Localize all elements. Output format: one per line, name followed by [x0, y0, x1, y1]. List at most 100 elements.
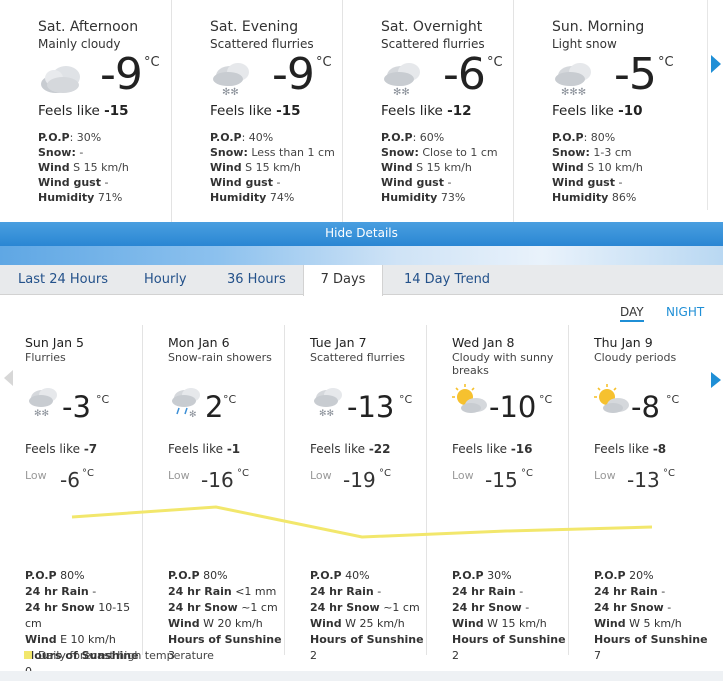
period-forecast-panel: Sat. Afternoon Mainly cloudy -9 °C Feels…: [0, 0, 723, 222]
day-high-temperature: 2: [205, 390, 224, 424]
day-date: Thu Jan 9: [594, 335, 653, 350]
day-card: Wed Jan 8 Cloudy with sunny breaks -10 °…: [426, 325, 568, 662]
period-temperature: -9: [272, 49, 315, 100]
day-high-temperature: -3: [62, 390, 91, 424]
period-temp-unit: °C: [144, 55, 160, 70]
snow-rain-icon: ✻: [172, 388, 200, 419]
day-card: Mon Jan 6 Snow-rain showers ✻ 2 °C Feels…: [142, 325, 284, 662]
day-high-temperature: -8: [631, 390, 660, 424]
day-details: P.O.P 80% 24 hr Rain - 24 hr Snow 10-15 …: [25, 569, 139, 678]
sun-cloud-icon: [452, 384, 487, 413]
day-temp-unit: °C: [539, 393, 553, 406]
day-low-unit: °C: [521, 468, 533, 479]
day-feels-like: Feels like -8: [594, 442, 667, 456]
period-temp-unit: °C: [316, 55, 332, 70]
day-low-temperature: -13: [627, 468, 660, 492]
day-toggle[interactable]: DAY: [620, 304, 644, 322]
period-details: P.O.P: 60% Snow: Close to 1 cm Wind S 15…: [381, 131, 498, 204]
day-feels-like: Feels like -1: [168, 442, 241, 456]
day-condition: Snow-rain showers: [168, 351, 272, 364]
period-feels-like: Feels like -12: [381, 103, 472, 119]
hide-details-button[interactable]: Hide Details: [0, 222, 723, 246]
flurries-icon: ✻✻: [29, 388, 57, 419]
sun-cloud-icon: [594, 384, 629, 413]
day-condition: Cloudy with sunny breaks: [452, 351, 554, 377]
day-card: Sun Jan 5 Flurries ✻✻ -3 °C Feels like -…: [0, 325, 142, 678]
next-days-arrow-icon[interactable]: [711, 372, 721, 388]
period-feels-like: Feels like -10: [552, 103, 643, 119]
period-details: P.O.P: 30% Snow: - Wind S 15 km/h Wind g…: [38, 131, 129, 204]
tab-36-hours[interactable]: 36 Hours: [227, 265, 286, 295]
day-low-unit: °C: [82, 468, 94, 479]
next-periods-arrow-icon[interactable]: [711, 55, 721, 73]
day-low-label: Low: [452, 469, 474, 482]
day-low-label: Low: [310, 469, 332, 482]
scroll-divider: [707, 0, 708, 210]
day-condition: Scattered flurries: [310, 351, 405, 364]
legend-swatch: [24, 651, 32, 659]
day-date: Wed Jan 8: [452, 335, 515, 350]
period-title: Sat. Evening: [210, 19, 299, 35]
day-temp-unit: °C: [96, 393, 110, 406]
day-low-temperature: -16: [201, 468, 234, 492]
day-condition: Flurries: [25, 351, 66, 364]
period-details: P.O.P: 80% Snow: 1-3 cm Wind S 10 km/h W…: [552, 131, 643, 204]
period-card: Sat. Overnight Scattered flurries ✻✻ -6 …: [342, 0, 513, 222]
tab-14-day-trend[interactable]: 14 Day Trend: [404, 265, 490, 295]
day-card: Tue Jan 7 Scattered flurries ✻✻ -13 °C F…: [284, 325, 426, 662]
period-temperature: -9: [100, 49, 143, 100]
period-feels-like: Feels like -15: [210, 103, 301, 119]
svg-text:✻✻: ✻✻: [319, 409, 334, 419]
day-low-temperature: -15: [485, 468, 518, 492]
period-temp-unit: °C: [487, 55, 503, 70]
day-feels-like: Feels like -7: [25, 442, 98, 456]
day-date: Tue Jan 7: [310, 335, 367, 350]
forecast-tabs: Last 24 Hours Hourly 36 Hours 7 Days 14 …: [0, 265, 723, 296]
period-card: Sun. Morning Light snow ✻✻✻ -5 °C Feels …: [513, 0, 684, 222]
day-temp-unit: °C: [399, 393, 413, 406]
period-title: Sat. Overnight: [381, 19, 483, 35]
period-title: Sun. Morning: [552, 19, 645, 35]
day-low-unit: °C: [379, 468, 391, 479]
day-date: Mon Jan 6: [168, 335, 230, 350]
period-title: Sat. Afternoon: [38, 19, 139, 35]
flurries-icon: ✻✻: [213, 63, 249, 98]
flurries-icon: ✻✻: [384, 63, 420, 98]
flurries-icon: ✻✻: [314, 388, 342, 419]
day-condition: Cloudy periods: [594, 351, 677, 364]
legend-label: Daily forecast high temperature: [38, 649, 214, 662]
period-temperature: -6: [443, 49, 486, 100]
svg-text:✻: ✻: [189, 410, 197, 419]
day-feels-like: Feels like -22: [310, 442, 391, 456]
svg-text:✻✻✻: ✻✻✻: [561, 87, 586, 98]
period-feels-like: Feels like -15: [38, 103, 129, 119]
period-card: Sat. Evening Scattered flurries ✻✻ -9 °C…: [171, 0, 342, 222]
day-low-label: Low: [168, 469, 190, 482]
day-details: P.O.P 40% 24 hr Rain - 24 hr Snow ~1 cm …: [310, 569, 424, 662]
day-high-temperature: -10: [489, 390, 537, 424]
chart-legend: Daily forecast high temperature: [24, 649, 214, 662]
tab-7-days[interactable]: 7 Days: [303, 265, 383, 296]
period-temp-unit: °C: [658, 55, 674, 70]
day-temp-unit: °C: [223, 393, 237, 406]
night-toggle[interactable]: NIGHT: [666, 304, 704, 320]
bottom-edge: [0, 671, 723, 681]
period-details: P.O.P: 40% Snow: Less than 1 cm Wind S 1…: [210, 131, 335, 204]
svg-text:✻✻: ✻✻: [34, 409, 49, 419]
day-temp-unit: °C: [666, 393, 680, 406]
day-date: Sun Jan 5: [25, 335, 84, 350]
mainly-cloudy-icon: [41, 66, 80, 93]
svg-text:✻✻: ✻✻: [393, 87, 410, 98]
day-low-unit: °C: [663, 468, 675, 479]
day-low-label: Low: [25, 469, 47, 482]
day-card: Thu Jan 9 Cloudy periods -8 °C Feels lik…: [568, 325, 710, 662]
period-temperature: -5: [614, 49, 657, 100]
period-card: Sat. Afternoon Mainly cloudy -9 °C Feels…: [0, 0, 171, 222]
day-low-label: Low: [594, 469, 616, 482]
tab-last-24-hours[interactable]: Last 24 Hours: [18, 265, 108, 295]
day-low-temperature: -19: [343, 468, 376, 492]
tab-hourly[interactable]: Hourly: [144, 265, 187, 295]
light-snow-icon: ✻✻✻: [555, 63, 591, 98]
day-feels-like: Feels like -16: [452, 442, 533, 456]
svg-text:✻✻: ✻✻: [222, 87, 239, 98]
